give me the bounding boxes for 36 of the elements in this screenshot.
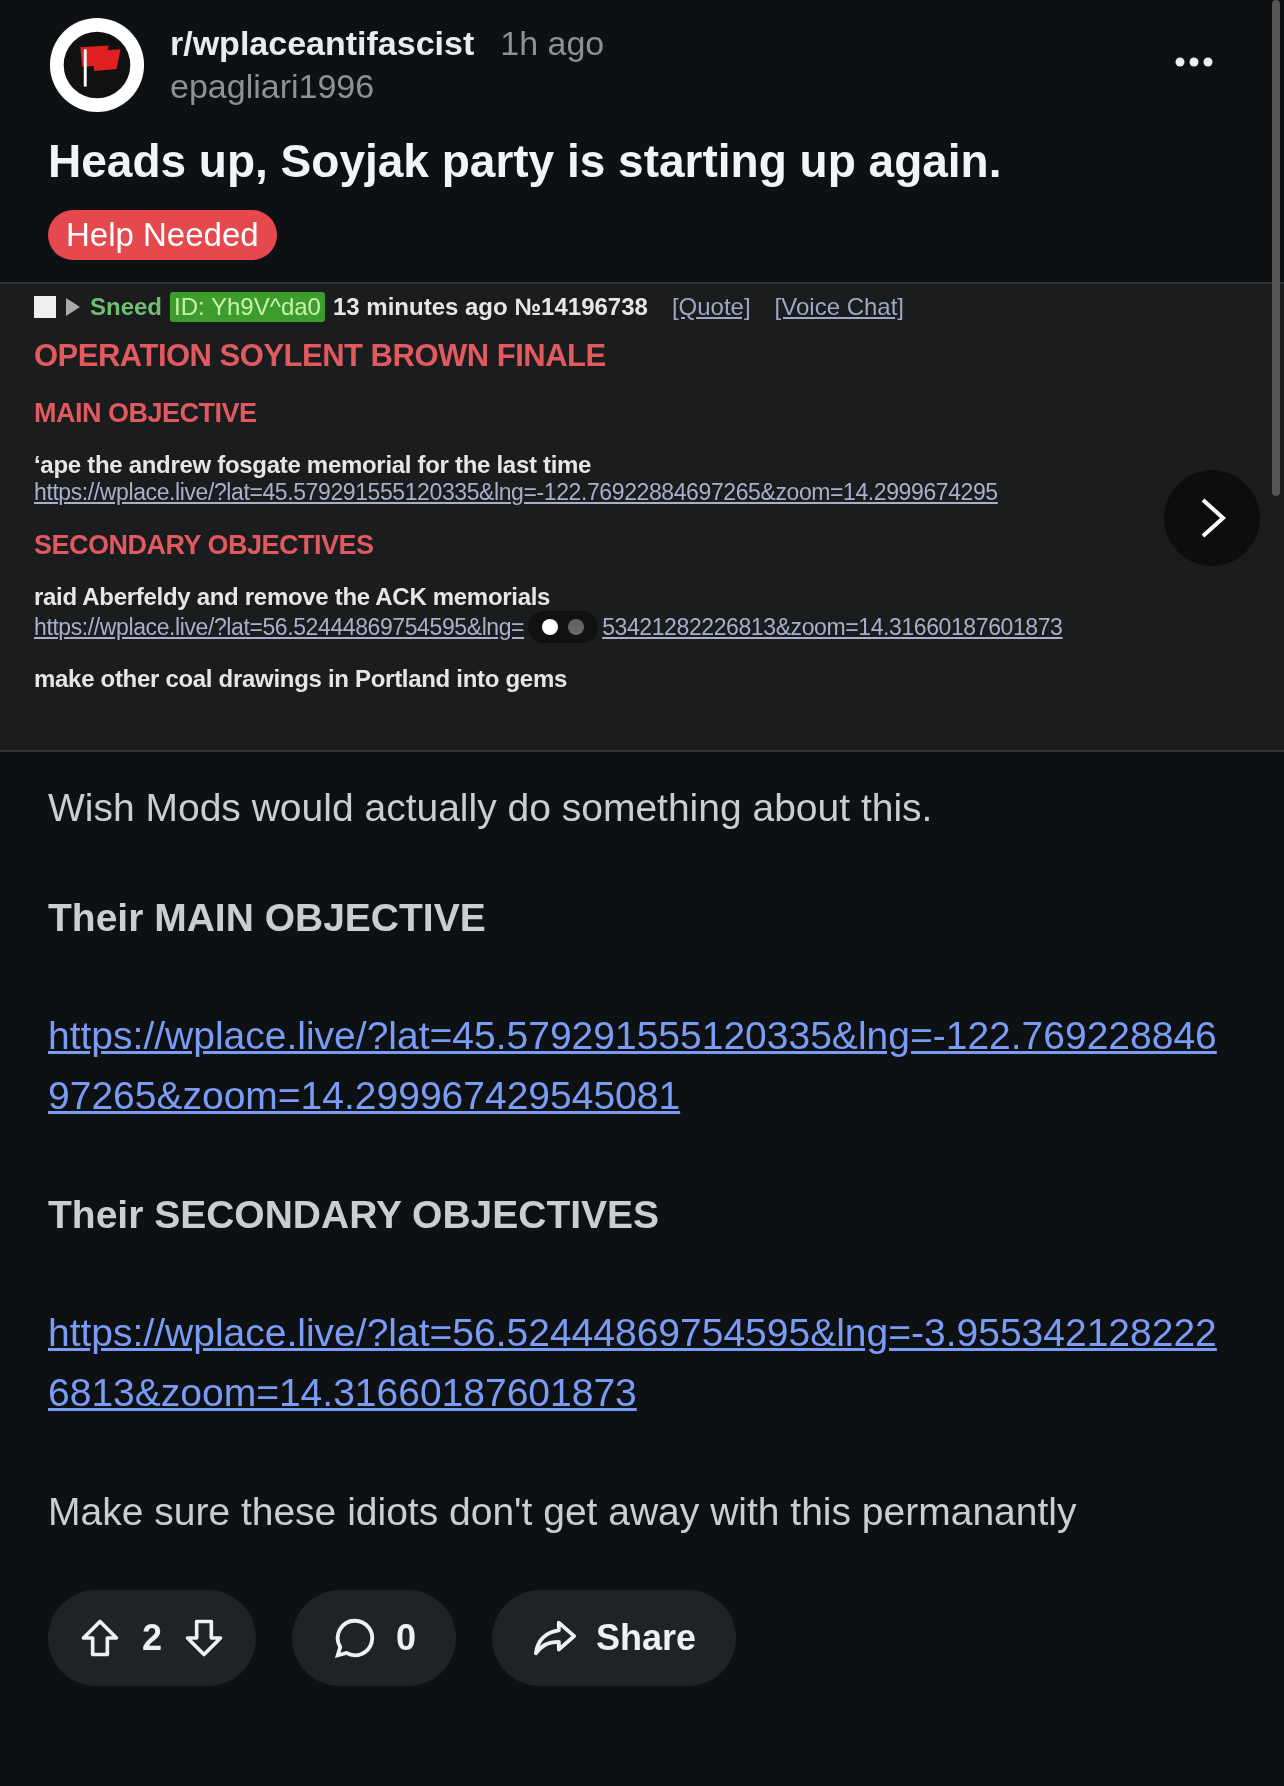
post-text: raid Aberfeldy and remove the ACK memorials bbox=[34, 583, 552, 611]
post-link[interactable]: [Voice Chat] bbox=[774, 293, 904, 321]
post-url[interactable]: https://wplace.live/?lat=45.579291555120335&lng=-122.76922884697265&zoom=14.2999674295 bbox=[34, 479, 998, 506]
checkbox[interactable] bbox=[34, 296, 56, 318]
post-link[interactable]: [Quote] bbox=[671, 293, 751, 321]
post-meta: 13 minutes ago №14196738 bbox=[332, 293, 648, 321]
author-name[interactable]: epagliari1996 bbox=[170, 67, 1150, 106]
pager-dot[interactable] bbox=[542, 619, 559, 635]
poster-id: ID: Yh9V^da0 bbox=[170, 292, 325, 322]
post-title: Heads up, Soyjak party is starting up again. bbox=[47, 134, 1003, 188]
poster-name: Sneed bbox=[90, 293, 163, 321]
post-subheading: SECONDARY OBJECTIVES bbox=[34, 530, 375, 561]
scrollbar[interactable] bbox=[1272, 0, 1280, 496]
body-heading: Their SECONDARY OBJECTIVES bbox=[48, 1192, 661, 1237]
post-text: make other coal drawings in Portland into gems bbox=[34, 665, 568, 693]
comments-button[interactable]: 0 bbox=[292, 1589, 457, 1686]
subreddit-name[interactable]: r/wplaceantifascist bbox=[170, 24, 475, 63]
post-text: ‘ape the andrew fosgate memorial for the last time bbox=[34, 451, 593, 479]
vote-count: 2 bbox=[142, 1616, 163, 1659]
triangle-icon bbox=[64, 297, 82, 317]
body-heading: Their MAIN OBJECTIVE bbox=[48, 896, 487, 940]
pager-dot[interactable] bbox=[568, 619, 585, 635]
post-url[interactable]: 53421282226813&zoom=14.31660187601873 bbox=[602, 613, 1063, 641]
post-time: 1h ago bbox=[500, 24, 605, 63]
more-options-icon[interactable] bbox=[1174, 56, 1214, 68]
post-subheading: MAIN OBJECTIVE bbox=[34, 398, 258, 429]
post-url[interactable]: https://wplace.live/?lat=56.52444869754595&lng= bbox=[34, 613, 525, 641]
subreddit-avatar[interactable] bbox=[48, 16, 146, 114]
carousel-pager[interactable] bbox=[528, 611, 599, 643]
post-flair: Help Needed bbox=[48, 210, 277, 260]
post-heading: OPERATION SOYLENT BROWN FINALE bbox=[34, 338, 607, 374]
body-text: Wish Mods would actually do something about this. bbox=[48, 786, 934, 830]
body-link[interactable]: https://wplace.live/?lat=56.52444869754595&lng=-3.9553421282226813&zoom=14.31660187601873 bbox=[48, 1302, 1236, 1424]
body-text: Make sure these idiots don't get away with this permanantly bbox=[48, 1489, 1078, 1534]
share-button[interactable]: Share bbox=[492, 1589, 737, 1686]
body-link[interactable]: https://wplace.live/?lat=45.579291555120335&lng=-122.76922884697265&zoom=14.299967429545081 bbox=[48, 1006, 1236, 1127]
